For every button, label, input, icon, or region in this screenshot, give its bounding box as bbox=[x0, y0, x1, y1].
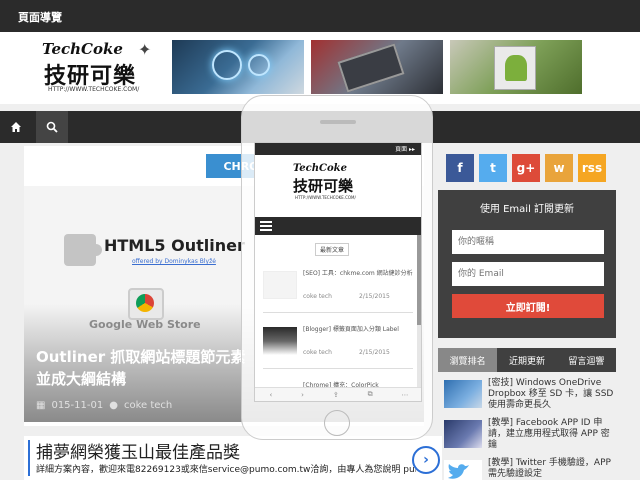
divider bbox=[263, 368, 413, 369]
mobile-menu-bar bbox=[255, 217, 421, 235]
search-icon bbox=[46, 121, 58, 133]
more-icon[interactable]: ⋯ bbox=[402, 391, 409, 399]
list-item[interactable]: [教學] Facebook APP ID 申請，建立應用程式取得 APP 密鑰 bbox=[438, 418, 616, 452]
phone-home-button[interactable] bbox=[324, 410, 350, 436]
post-date: 015-11-01 bbox=[51, 400, 104, 411]
feature-image-title: HTML5 Outliner bbox=[104, 236, 245, 255]
mobile-browser-nav: ‹ › ⇪ ⧉ ⋯ bbox=[255, 387, 421, 401]
mobile-section-title: 最新文章 bbox=[315, 243, 350, 256]
email-field[interactable] bbox=[452, 262, 604, 286]
ad-description: 詳細方案內容，歡迎來電82269123或來信service@pumo.com.t… bbox=[36, 465, 416, 475]
forward-icon[interactable]: › bbox=[301, 391, 304, 399]
tab-recent[interactable]: 近期更新 bbox=[497, 348, 556, 372]
ssd-image bbox=[337, 43, 405, 93]
weibo-icon[interactable]: w bbox=[545, 154, 573, 182]
fan-icon bbox=[248, 54, 270, 76]
banner-android[interactable] bbox=[450, 40, 582, 94]
twitter-icon[interactable]: t bbox=[479, 154, 507, 182]
android-box-image bbox=[494, 46, 536, 90]
mobile-logo-text-en: TechCoke bbox=[293, 163, 347, 174]
chrome-icon bbox=[128, 288, 164, 320]
name-field[interactable] bbox=[452, 230, 604, 254]
post-thumbnail[interactable] bbox=[444, 380, 482, 408]
mobile-logo-text-zh: 技研可樂 bbox=[293, 177, 354, 195]
mobile-post-title[interactable]: [Blogger] 標籤頁面加入分類 Label bbox=[303, 325, 413, 334]
mobile-nav-label[interactable]: 頁面 ▸▸ bbox=[395, 144, 415, 153]
logo-url: HTTP://WWW.TECHCOKE.COM/ bbox=[48, 86, 140, 93]
chevron-right-icon[interactable]: › bbox=[412, 446, 440, 474]
user-icon: ● bbox=[109, 400, 118, 411]
post-author[interactable]: coke tech bbox=[124, 400, 172, 411]
mobile-post-date: 2/15/2015 bbox=[359, 349, 390, 356]
mobile-topbar: 頁面 ▸▸ bbox=[255, 143, 421, 155]
mobile-list-item[interactable]: [SEO] 工具：chkme.com 網站健診分析 coke tech 2/15… bbox=[255, 261, 421, 313]
post-thumbnail[interactable] bbox=[263, 271, 297, 299]
site-logo[interactable]: TechCoke ✦ 技研可樂 HTTP://WWW.TECHCOKE.COM/ bbox=[38, 40, 162, 96]
mobile-logo-url: HTTP://WWW.TECHCOKE.COM/ bbox=[295, 195, 356, 200]
menu-icon[interactable] bbox=[260, 221, 272, 231]
popular-post-list: [密技] Windows OneDrive Dropbox 移至 SD 卡，讓 … bbox=[438, 378, 616, 480]
banner-laptop-cooler[interactable] bbox=[172, 40, 304, 94]
subscribe-title: 使用 Email 訂閱更新 bbox=[479, 204, 575, 215]
mobile-post-author: coke tech bbox=[303, 293, 332, 300]
email-subscribe-box: 使用 Email 訂閱更新 立即訂閱! bbox=[438, 190, 616, 338]
calendar-icon: ▦ bbox=[36, 400, 46, 411]
mobile-post-date: 2/15/2015 bbox=[359, 293, 390, 300]
home-icon bbox=[11, 122, 21, 132]
phone-speaker bbox=[320, 120, 356, 124]
banner-ssd[interactable] bbox=[311, 40, 443, 94]
feature-image-subtitle: offered by Dominykas Blyžė bbox=[132, 258, 216, 265]
tab-comments[interactable]: 留言迴響 bbox=[557, 348, 616, 372]
sidebar: f t g+ w rss 使用 Email 訂閱更新 立即訂閱! 瀏覽排名 近期… bbox=[438, 146, 618, 480]
post-thumbnail[interactable] bbox=[444, 420, 482, 448]
mobile-post-title[interactable]: [SEO] 工具：chkme.com 網站健診分析 bbox=[303, 269, 413, 278]
google-plus-icon[interactable]: g+ bbox=[512, 154, 540, 182]
mobile-list-item[interactable]: [Blogger] 標籤頁面加入分類 Label coke tech 2/15/… bbox=[255, 317, 421, 369]
ad-title[interactable]: 捕夢網榮獲玉山最佳產品獎 bbox=[36, 438, 240, 463]
tabs-icon[interactable]: ⧉ bbox=[368, 390, 373, 399]
post-meta: ▦ 015-11-01 ● coke tech bbox=[36, 400, 172, 411]
page-nav-link[interactable]: 頁面導覽 bbox=[18, 9, 62, 25]
site-header: TechCoke ✦ 技研可樂 HTTP://WWW.TECHCOKE.COM/ bbox=[0, 32, 640, 104]
phone-screen: 頁面 ▸▸ TechCoke 技研可樂 HTTP://WWW.TECHCOKE.… bbox=[254, 142, 422, 402]
search-button[interactable] bbox=[36, 111, 68, 143]
post-title[interactable]: [教學] Facebook APP ID 申請，建立應用程式取得 APP 密鑰 bbox=[488, 418, 614, 451]
puzzle-icon bbox=[64, 234, 102, 266]
logo-text-en: TechCoke bbox=[42, 40, 123, 58]
post-tabs: 瀏覽排名 近期更新 留言迴響 bbox=[438, 348, 616, 372]
divider bbox=[263, 312, 413, 313]
list-item[interactable]: [密技] Windows OneDrive Dropbox 移至 SD 卡，讓 … bbox=[438, 378, 616, 412]
twitter-bird-icon[interactable] bbox=[444, 460, 482, 480]
facebook-icon[interactable]: f bbox=[446, 154, 474, 182]
post-thumbnail[interactable] bbox=[263, 327, 297, 355]
post-title[interactable]: [教學] Twitter 手機驗證，APP 需先驗證設定 bbox=[488, 458, 614, 480]
list-item[interactable]: [教學] Twitter 手機驗證，APP 需先驗證設定 bbox=[438, 458, 616, 480]
share-icon[interactable]: ⇪ bbox=[333, 391, 339, 399]
ad-banner[interactable]: 捕夢網榮獲玉山最佳產品獎 詳細方案內容，歡迎來電82269123或來信servi… bbox=[24, 436, 442, 480]
top-bar: 頁面導覽 bbox=[0, 0, 640, 32]
store-label: Google Web Store bbox=[89, 318, 201, 331]
ad-accent-bar bbox=[28, 440, 30, 476]
tab-popular[interactable]: 瀏覽排名 bbox=[438, 348, 498, 372]
featured-headline[interactable]: Outliner 抓取網站標題節元素並成大綱結構 bbox=[36, 346, 246, 390]
back-icon[interactable]: ‹ bbox=[269, 391, 272, 399]
subscribe-button[interactable]: 立即訂閱! bbox=[452, 294, 604, 318]
home-button[interactable] bbox=[0, 111, 32, 143]
rss-icon[interactable]: rss bbox=[578, 154, 606, 182]
post-title[interactable]: [密技] Windows OneDrive Dropbox 移至 SD 卡，讓 … bbox=[488, 378, 614, 411]
fan-icon bbox=[212, 50, 242, 80]
mobile-scrollbar[interactable] bbox=[417, 235, 421, 401]
mobile-post-author: coke tech bbox=[303, 349, 332, 356]
mobile-preview: 頁面 ▸▸ TechCoke 技研可樂 HTTP://WWW.TECHCOKE.… bbox=[241, 95, 433, 440]
sparkle-icon: ✦ bbox=[138, 40, 152, 59]
social-links: f t g+ w rss bbox=[446, 154, 606, 182]
